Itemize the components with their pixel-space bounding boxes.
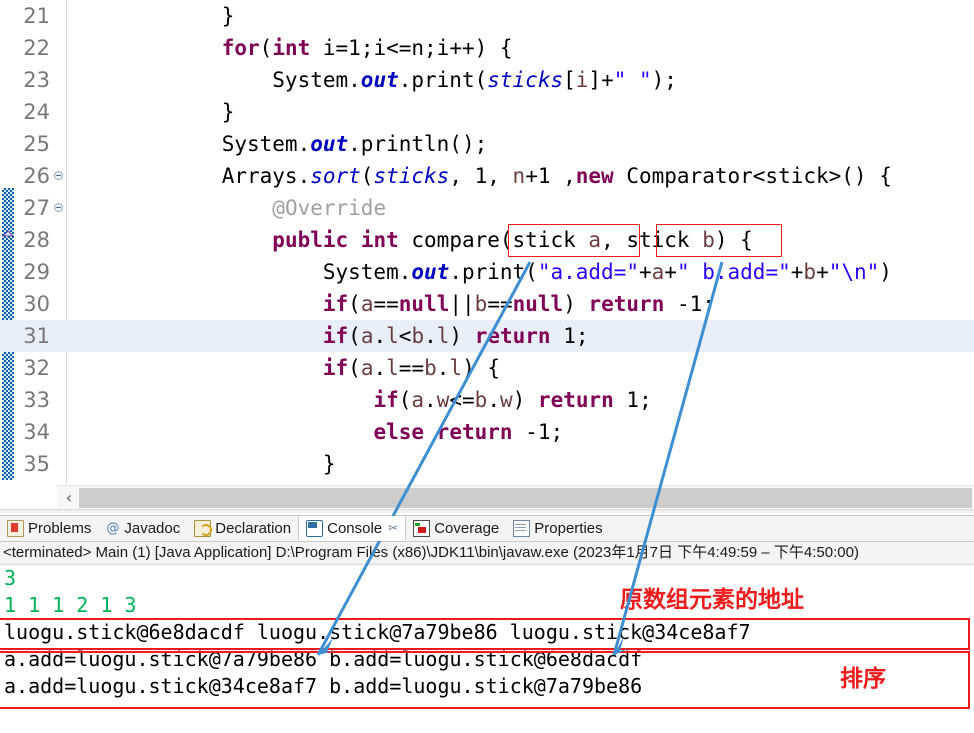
code-line[interactable]: 29 System.out.print("a.add="+a+" b.add="… [0,256,974,288]
code-text: } [70,452,336,476]
tab-label: Console [327,519,383,537]
tab-label: Javadoc [124,520,181,537]
console-output[interactable]: 3 1 1 1 2 1 3 luogu.stick@6e8dacdf luogu.s… [0,565,974,733]
line-number: 21 [23,4,50,28]
line-number: 24 [23,100,50,124]
line-number: 22 [23,36,50,60]
annotation-original-addresses: 原数组元素的地址 [620,587,804,613]
console-output-line: 1 1 1 2 1 3 [4,593,137,617]
launch-status-line: <terminated> Main (1) [Java Application]… [0,542,974,565]
line-number: 29 [23,260,50,284]
code-text: System.out.print("a.add="+a+" b.add="+b+… [70,260,892,284]
line-number: 30 [23,292,50,316]
tab-console[interactable]: Console ✂ [298,516,407,541]
line-number: 28 [23,228,50,252]
code-text: } [70,4,235,28]
code-text: if(a==null||b==null) return -1; [322,292,715,316]
line-number: 26 [23,164,50,188]
code-editor[interactable]: 21 } 22 for(int i=1;i<=n;i++) {23 System.… [0,0,974,513]
bottom-panel[interactable]: Problems @ Javadoc Declaration Console ✂ Cover… [0,515,974,733]
code-line[interactable]: 21 } [0,0,974,32]
declaration-icon [194,520,213,537]
code-line[interactable]: 34 else return -1; [0,416,974,448]
javadoc-icon: @ [106,521,120,536]
code-line[interactable]: 27 @Override [0,192,974,224]
code-line[interactable]: 30 if(a==null||b==null) return -1; [0,288,974,320]
code-text: @Override [272,196,387,220]
fold-collapse-icon[interactable] [54,171,63,180]
code-line[interactable]: 22 for(int i=1;i<=n;i++) { [0,32,974,64]
code-text: public int compare(stick a, stick b) { [272,228,753,252]
console-icon [306,519,324,537]
code-line[interactable]: 35 } [0,448,974,480]
tab-label: Declaration [215,520,292,537]
code-line[interactable]: 25 System.out.println(); [0,128,974,160]
code-line[interactable]: 31 if(a.l<b.l) return 1; [0,320,974,352]
code-line[interactable]: 26 Arrays.sort(sticks, 1, n+1 ,new Compa… [0,160,974,192]
annotation-sort: 排序 [840,666,886,692]
console-output-line: a.add=luogu.stick@7a79be86 b.add=luogu.s… [4,647,643,671]
line-number: 23 [23,68,50,92]
code-text: } [70,100,235,124]
code-line[interactable]: 33 if(a.w<=b.w) return 1; [0,384,974,416]
code-text: for(int i=1;i<=n;i++) { [221,36,513,60]
code-text: if(a.l<b.l) return 1; [322,324,589,348]
line-number: 34 [23,420,50,444]
panel-tab-bar[interactable]: Problems @ Javadoc Declaration Console ✂ Cover… [0,516,974,542]
code-text: if(a.l==b.l) { [322,356,500,380]
code-text: Arrays.sort(sticks, 1, n+1 ,new Comparat… [70,164,892,188]
code-line[interactable]: 24 } [0,96,974,128]
problems-icon [7,520,24,537]
scroll-left-arrow-icon[interactable]: ‹ [59,486,79,510]
code-line[interactable]: 28 public int compare(stick a, stick b) … [0,224,974,256]
line-number: 35 [23,452,50,476]
line-number: 33 [23,388,50,412]
code-lines-container[interactable]: 21 } 22 for(int i=1;i<=n;i++) {23 System.… [0,0,974,484]
line-number: 27 [23,196,50,220]
code-text: System.out.print(sticks[i]+" "); [70,68,677,92]
pin-icon[interactable]: ✂ [388,521,398,535]
console-output-line: a.add=luogu.stick@34ce8af7 b.add=luogu.s… [4,674,643,698]
editor-horizontal-scrollbar[interactable]: ‹ [57,485,974,510]
scrollbar-thumb[interactable] [79,488,972,508]
properties-icon [513,520,531,537]
tab-javadoc[interactable]: @ Javadoc [98,516,187,541]
tab-label: Problems [28,520,92,537]
fold-collapse-icon[interactable] [54,203,63,212]
coverage-icon [413,520,431,537]
tab-properties[interactable]: Properties [506,516,609,541]
code-text: else return -1; [373,420,564,444]
code-line[interactable]: 23 System.out.print(sticks[i]+" "); [0,64,974,96]
console-output-line: luogu.stick@6e8dacdf luogu.stick@7a79be8… [4,620,751,644]
line-number: 32 [23,356,50,380]
tab-label: Properties [534,520,603,537]
line-number: 25 [23,132,50,156]
editor-bottom-edge [0,509,974,513]
tab-declaration[interactable]: Declaration [187,516,298,541]
console-output-line: 3 [4,566,17,590]
tab-coverage[interactable]: Coverage [406,516,506,541]
tab-label: Coverage [434,520,500,537]
code-text: System.out.println(); [70,132,488,156]
tab-problems[interactable]: Problems [0,516,98,541]
code-line[interactable]: 32 if(a.l==b.l) { [0,352,974,384]
line-number: 31 [23,324,50,348]
code-text: if(a.w<=b.w) return 1; [373,388,652,412]
